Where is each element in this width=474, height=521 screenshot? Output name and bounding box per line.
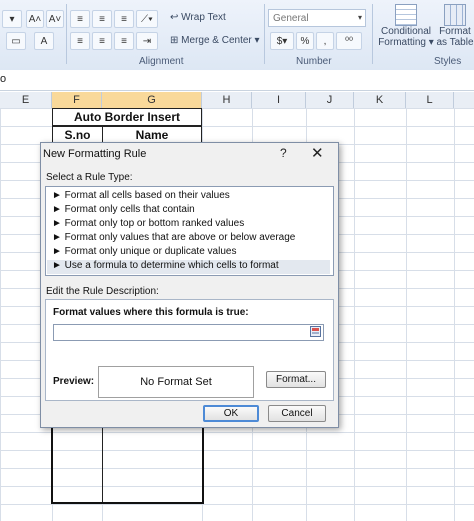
rule-type-item[interactable]: ► Format only top or bottom ranked value… — [52, 218, 244, 229]
edit-rule-description-label: Edit the Rule Description: — [46, 286, 159, 297]
column-headers: E F G H I J K L — [0, 92, 474, 109]
rule-type-item[interactable]: ► Format only values that are above or b… — [52, 232, 295, 243]
gridline — [406, 108, 407, 521]
format-button[interactable]: Format... — [266, 371, 326, 388]
align-right-button[interactable]: ≡ — [114, 32, 134, 50]
decrease-font-button[interactable]: A˅ — [46, 10, 64, 28]
column-header-e[interactable]: E — [0, 92, 52, 108]
center-button[interactable]: ≡ — [92, 32, 112, 50]
name-box[interactable]: o — [0, 73, 6, 85]
font-size-dropdown[interactable]: ▾ — [2, 10, 22, 28]
rule-description-panel: Format values where this formula is true… — [45, 299, 334, 401]
preview-label: Preview: — [53, 376, 95, 387]
align-top-button[interactable]: ≡ — [70, 10, 90, 28]
group-label-styles: Styles — [434, 56, 462, 67]
decimal-button[interactable]: ⁰⁰ — [336, 32, 362, 50]
percent-button[interactable]: % — [296, 32, 314, 50]
ribbon: ▾ A˄ A˅ ▭ A ≡ ≡ ≡ ⟋▾ ≡ ≡ ≡ ⇥ ↩ Wrap Text… — [0, 0, 474, 71]
conditional-formatting-icon — [395, 4, 417, 26]
column-header-f[interactable]: F — [52, 92, 102, 108]
cancel-button[interactable]: Cancel — [268, 405, 326, 422]
formula-label: Format values where this formula is true… — [53, 307, 249, 318]
column-header-k[interactable]: K — [354, 92, 406, 108]
column-header-partial — [454, 92, 474, 108]
ok-button[interactable]: OK — [203, 405, 259, 422]
preview-box: No Format Set — [98, 366, 254, 398]
group-separator — [66, 4, 67, 64]
format-as-table-button[interactable]: Format as Table — [436, 4, 474, 56]
selected-range-border — [51, 426, 204, 504]
column-header-g[interactable]: G — [102, 92, 202, 108]
comma-button[interactable]: , — [316, 32, 334, 50]
range-select-icon[interactable] — [310, 326, 321, 337]
formula-bar[interactable]: o — [0, 70, 474, 91]
gridline — [454, 108, 455, 521]
align-middle-button[interactable]: ≡ — [92, 10, 112, 28]
cell-divider — [102, 426, 103, 502]
currency-button[interactable]: $▾ — [270, 32, 294, 50]
rule-type-item[interactable]: ► Format only cells that contain — [52, 204, 195, 215]
select-rule-type-label: Select a Rule Type: — [46, 172, 133, 183]
indent-button[interactable]: ⇥ — [136, 32, 158, 50]
rule-type-list[interactable]: ► Format all cells based on their values… — [45, 186, 334, 276]
orientation-button[interactable]: ⟋▾ — [136, 10, 158, 28]
align-bottom-button[interactable]: ≡ — [114, 10, 134, 28]
wrap-text-icon: ↩ — [170, 12, 179, 23]
group-separator — [264, 4, 265, 64]
column-header-i[interactable]: I — [252, 92, 306, 108]
help-button[interactable]: ? — [280, 146, 287, 160]
fill-color-button[interactable]: ▭ — [6, 32, 26, 50]
formula-input[interactable] — [53, 324, 324, 341]
column-header-j[interactable]: J — [306, 92, 354, 108]
new-formatting-rule-dialog: New Formatting Rule ? ✕ Select a Rule Ty… — [40, 142, 339, 428]
gridline — [354, 108, 355, 521]
rule-type-item-selected[interactable]: ► Use a formula to determine which cells… — [47, 260, 330, 274]
number-format-dropdown[interactable]: General ▾ — [268, 9, 366, 27]
sheet-title-cell[interactable]: Auto Border Insert — [52, 108, 202, 126]
column-header-h[interactable]: H — [202, 92, 252, 108]
table-icon — [444, 4, 466, 26]
merge-icon: ⊞ — [170, 35, 179, 46]
dialog-title: New Formatting Rule — [43, 148, 147, 160]
group-separator — [372, 4, 373, 64]
font-color-button[interactable]: A — [34, 32, 54, 50]
rule-type-item[interactable]: ► Format only unique or duplicate values — [52, 246, 236, 257]
align-left-button[interactable]: ≡ — [70, 32, 90, 50]
chevron-down-icon: ▾ — [357, 13, 362, 22]
increase-font-button[interactable]: A˄ — [26, 10, 44, 28]
close-button[interactable]: ✕ — [311, 144, 324, 162]
group-label-alignment: Alignment — [139, 56, 184, 67]
chevron-down-icon: ▾ — [254, 35, 260, 46]
group-label-number: Number — [296, 56, 332, 67]
rule-type-item[interactable]: ► Format all cells based on their values — [52, 190, 230, 201]
column-header-l[interactable]: L — [406, 92, 454, 108]
wrap-text-button[interactable]: ↩ Wrap Text — [170, 12, 226, 23]
merge-center-button[interactable]: ⊞ Merge & Center ▾ — [170, 35, 260, 46]
conditional-formatting-button[interactable]: Conditional Formatting ▾ — [376, 4, 436, 56]
